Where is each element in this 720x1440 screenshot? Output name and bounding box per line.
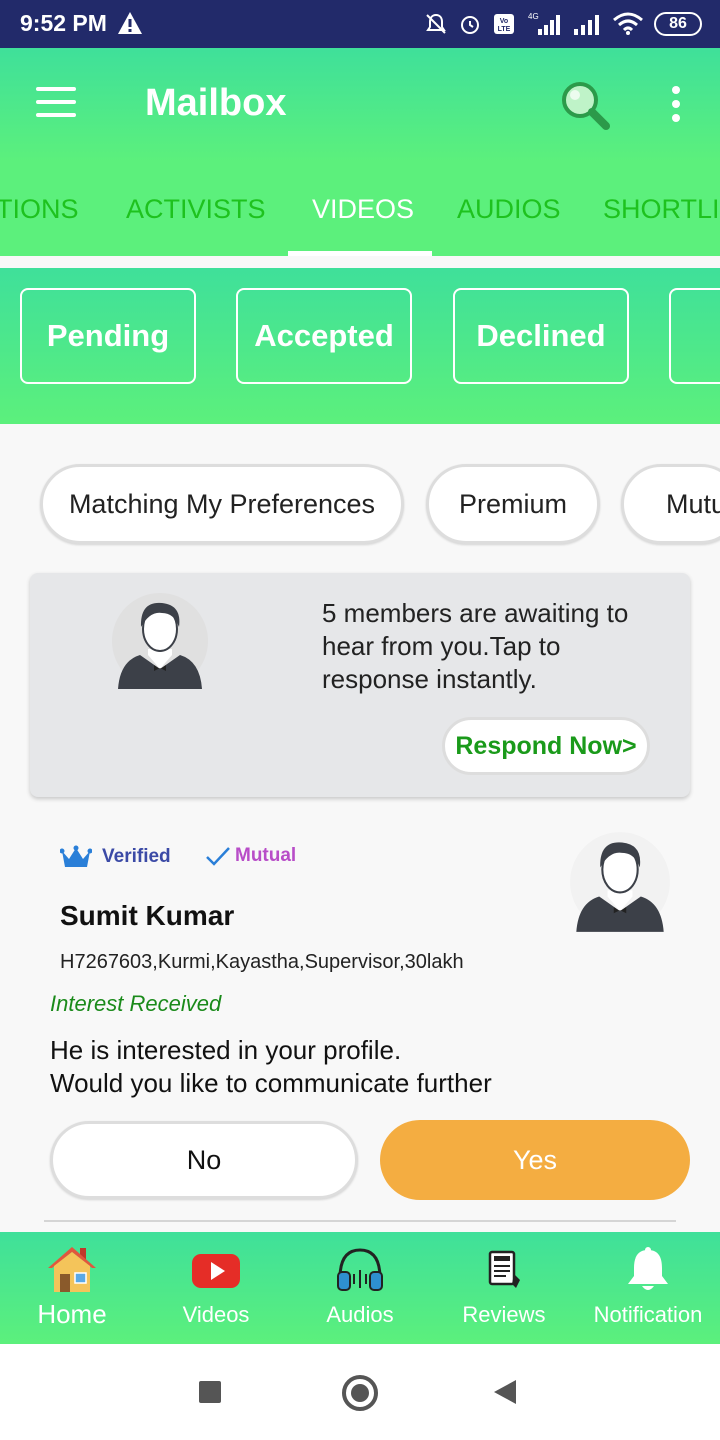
divider xyxy=(44,1220,676,1222)
more-vert-icon[interactable] xyxy=(668,86,684,126)
signal-icon: 4G xyxy=(528,12,560,35)
interest-message-line1: He is interested in your profile. xyxy=(50,1035,402,1065)
bell-off-icon xyxy=(426,13,446,34)
mutual-label: Mutual xyxy=(235,845,297,866)
home-icon xyxy=(48,1247,96,1292)
page-title: Mailbox xyxy=(145,82,287,124)
tab-videos[interactable]: VIDEOS xyxy=(312,194,414,225)
interest-status: Interest Received xyxy=(50,991,222,1016)
youtube-icon xyxy=(192,1254,240,1288)
recents-icon[interactable] xyxy=(199,1381,221,1403)
verified-label: Verified xyxy=(102,846,171,867)
no-button[interactable]: No xyxy=(50,1121,358,1199)
nav-reviews-label: Reviews xyxy=(462,1302,546,1327)
awaiting-message: 5 members are awaiting to hear from you.… xyxy=(322,598,629,694)
yes-button[interactable]: Yes xyxy=(380,1120,690,1200)
tab-indicator xyxy=(288,251,432,256)
nav-audios-label: Audios xyxy=(326,1302,394,1327)
filter-more-button[interactable] xyxy=(669,288,720,384)
pill-mutual[interactable]: Mutu xyxy=(621,464,720,544)
battery-icon: 86 xyxy=(654,12,702,36)
search-icon[interactable] xyxy=(558,78,612,132)
home-button-icon[interactable] xyxy=(342,1375,378,1411)
nav-videos-label: Videos xyxy=(182,1302,250,1327)
filter-pending-button[interactable]: Pending xyxy=(20,288,196,384)
verified-badge: Verified xyxy=(60,845,171,869)
status-filter-bar: Pending Accepted Declined xyxy=(0,268,720,424)
nav-videos[interactable]: Videos xyxy=(144,1232,288,1344)
check-icon xyxy=(206,847,230,866)
status-time: 9:52 PM xyxy=(20,10,107,36)
system-nav-bar xyxy=(0,1344,720,1440)
wifi-icon xyxy=(613,12,643,35)
menu-icon[interactable] xyxy=(36,87,76,121)
svg-text:Vo: Vo xyxy=(500,18,508,25)
pill-matching-preferences[interactable]: Matching My Preferences xyxy=(40,464,404,544)
news-icon xyxy=(488,1250,520,1288)
bottom-nav: Home Videos Audios Reviews Notification xyxy=(0,1232,720,1344)
interest-message: He is interested in your profile. Would … xyxy=(50,1034,492,1100)
warning-icon xyxy=(118,12,142,34)
person-avatar-icon xyxy=(112,593,208,689)
tab-bar: TIONS ACTIVISTS VIDEOS AUDIOS SHORTLIS xyxy=(0,160,720,256)
mutual-badge: Mutual xyxy=(205,845,296,867)
filter-declined-button[interactable]: Declined xyxy=(453,288,629,384)
filter-accepted-button[interactable]: Accepted xyxy=(236,288,412,384)
interest-message-line2: Would you like to communicate further xyxy=(50,1068,492,1098)
back-icon[interactable] xyxy=(494,1380,516,1404)
awaiting-card[interactable]: 5 members are awaiting to hear from you.… xyxy=(30,573,690,797)
pill-premium[interactable]: Premium xyxy=(426,464,600,544)
alarm-icon xyxy=(461,16,479,34)
avatar[interactable] xyxy=(568,830,672,934)
signal-icon xyxy=(574,15,599,35)
app-bar: Mailbox xyxy=(0,48,720,160)
nav-notification-label: Notification xyxy=(593,1302,703,1327)
status-bar: 9:52 PM Vo LTE 4G 86 xyxy=(0,0,720,48)
tab-audios[interactable]: AUDIOS xyxy=(457,194,561,225)
crown-icon xyxy=(60,845,92,867)
nav-audios[interactable]: Audios xyxy=(288,1232,432,1344)
headphones-icon xyxy=(337,1248,383,1291)
nav-home[interactable]: Home xyxy=(0,1232,144,1344)
respond-now-button[interactable]: Respond Now> xyxy=(442,717,650,775)
tab-shortlist[interactable]: SHORTLIS xyxy=(603,194,720,225)
nav-reviews[interactable]: Reviews xyxy=(432,1232,576,1344)
profile-name[interactable]: Sumit Kumar xyxy=(60,900,234,932)
status-icons: Vo LTE 4G 86 xyxy=(424,10,702,38)
svg-text:4G: 4G xyxy=(528,12,539,21)
nav-notification[interactable]: Notification xyxy=(576,1232,720,1344)
battery-level: 86 xyxy=(669,15,687,32)
bell-icon xyxy=(628,1247,668,1290)
profile-details: H7267603,Kurmi,Kayastha,Supervisor,30lak… xyxy=(60,951,464,973)
volte-icon: Vo LTE xyxy=(494,14,514,34)
svg-text:LTE: LTE xyxy=(498,26,511,33)
tab-activists[interactable]: ACTIVISTS xyxy=(126,194,266,225)
tab-options[interactable]: TIONS xyxy=(0,194,79,225)
nav-home-label: Home xyxy=(37,1299,107,1329)
